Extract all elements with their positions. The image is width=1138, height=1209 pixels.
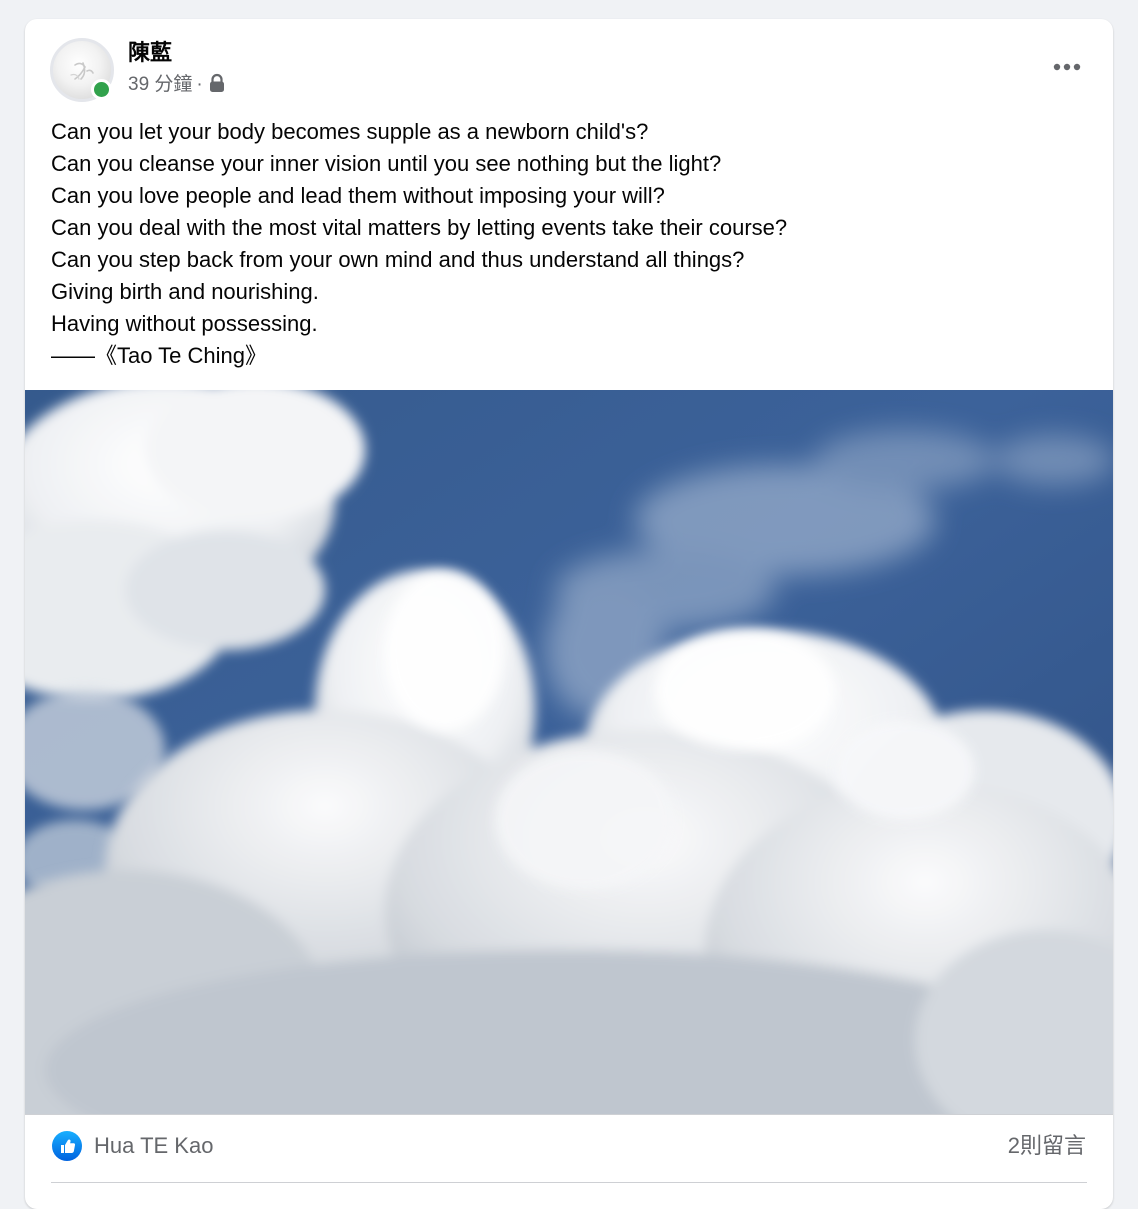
post-photo[interactable]: [25, 390, 1113, 1114]
reactions-summary[interactable]: Hua TE Kao: [52, 1131, 213, 1161]
post-timestamp[interactable]: 39 分鐘: [128, 73, 192, 97]
author-name[interactable]: 陳藍: [128, 39, 172, 67]
meta-separator: ·: [196, 74, 203, 95]
comments-count[interactable]: 2則留言: [1008, 1131, 1086, 1161]
post-line: Can you let your body becomes supple as …: [51, 119, 649, 144]
actions-divider: [51, 1182, 1087, 1183]
post-line: Having without possessing.: [51, 311, 318, 336]
more-options-button[interactable]: [1045, 49, 1089, 85]
author-avatar[interactable]: [50, 38, 114, 102]
post-card: 陳藍 39 分鐘 · Can you let your body becomes…: [25, 19, 1113, 1209]
reactors-names: Hua TE Kao: [94, 1133, 214, 1158]
post-footer: Hua TE Kao 2則留言: [25, 1114, 1113, 1209]
sky-clouds-image: [25, 390, 1113, 1114]
post-line: Can you deal with the most vital matters…: [51, 215, 788, 240]
post-line: Can you cleanse your inner vision until …: [51, 151, 722, 176]
lock-icon[interactable]: [208, 73, 226, 93]
more-horizontal-icon: [1053, 63, 1081, 71]
footer-divider: [25, 1114, 1113, 1115]
like-icon: [52, 1131, 82, 1161]
post-line: Can you step back from your own mind and…: [51, 247, 745, 272]
post-line: Can you love people and lead them withou…: [51, 183, 665, 208]
online-status-dot: [91, 79, 112, 100]
post-header: 陳藍 39 分鐘 ·: [25, 19, 1113, 109]
post-line: ——《Tao Te Ching》: [51, 343, 268, 368]
post-meta: 39 分鐘 ·: [128, 73, 226, 97]
post-message: Can you let your body becomes supple as …: [51, 116, 1091, 372]
post-line: Giving birth and nourishing.: [51, 279, 319, 304]
